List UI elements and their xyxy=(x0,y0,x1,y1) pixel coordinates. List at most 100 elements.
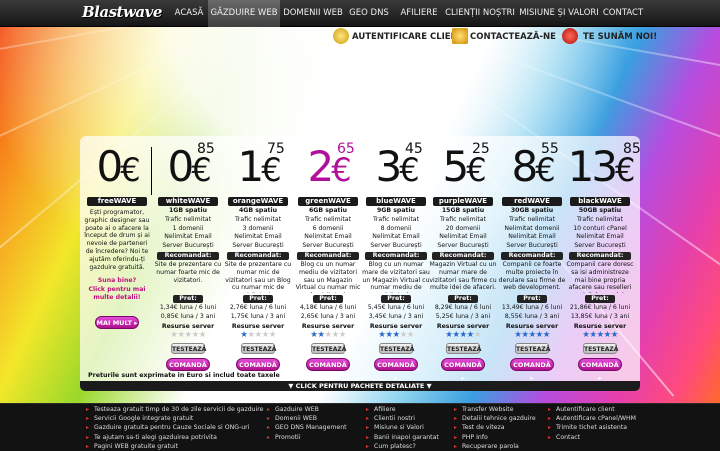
nav-acasa[interactable]: ACASĂ xyxy=(170,0,208,27)
recommended-label: Recomandat: xyxy=(569,251,631,260)
plan-server: Server București xyxy=(437,242,489,250)
test-button[interactable]: TESTEAZĂ xyxy=(241,342,276,354)
footer-link[interactable]: Domenii WEB xyxy=(267,414,347,423)
test-button[interactable]: TESTEAZĂ xyxy=(515,342,550,354)
plan-traffic: Trafic nelimitat xyxy=(372,215,420,223)
resource-rating: ★★★★★ xyxy=(223,330,293,340)
server-resources-label: Resurse server xyxy=(161,322,215,330)
price-label: Pret: xyxy=(585,294,615,303)
star-icon: ★ xyxy=(254,329,262,340)
footer-link[interactable]: GEO DNS Management xyxy=(267,423,347,432)
footer-link[interactable]: Promotii xyxy=(267,433,347,442)
plan-email: Nelimitat Email xyxy=(439,233,487,241)
nav-contact[interactable]: CONTACT xyxy=(602,0,644,27)
footer-link[interactable]: Banii inapoi garantat xyxy=(366,433,439,442)
recommended-label: Recomandat: xyxy=(297,251,359,260)
order-button[interactable]: COMANDĂ ▸ xyxy=(236,357,280,382)
test-button[interactable]: TESTEAZĂ xyxy=(311,342,346,354)
footer-link[interactable]: Testeaza gratuit timp de 30 de zile serv… xyxy=(86,405,264,414)
footer-link[interactable]: Test de viteza xyxy=(454,423,536,432)
call-me-link[interactable]: TE SUNĂM NOI! xyxy=(583,32,657,42)
footer-link[interactable]: Gazduire WEB xyxy=(267,405,347,414)
detailed-packages-link[interactable]: ▼ CLICK PENTRU PACHETE DETALIATE ▼ xyxy=(80,381,640,391)
order-button[interactable]: COMANDĂ ▸ xyxy=(166,357,210,382)
star-icon: ★ xyxy=(338,329,347,340)
client-login-link[interactable]: AUTENTIFICARE CLIENT xyxy=(352,32,464,42)
footer-link[interactable]: Contact xyxy=(548,433,636,442)
order-button[interactable]: COMANDĂ ▸ xyxy=(578,357,622,382)
plan-space: 9GB spatiu xyxy=(376,207,416,214)
footer-link[interactable]: PHP Info xyxy=(454,433,536,442)
star-icon: ★ xyxy=(542,329,551,340)
plan-domains: 8 domenii xyxy=(380,224,412,232)
footer-link[interactable]: Te ajutam sa-ti alegi gazduirea potrivit… xyxy=(86,433,264,442)
plan-price: 2€ 65 xyxy=(307,141,355,191)
plan-price: 3€ 45 xyxy=(375,141,423,191)
price-label: Pret: xyxy=(381,294,411,303)
plan-email: Nelimitat Email xyxy=(508,233,556,241)
footer-col-tech: Transfer WebsiteDetalii tehnice gazduire… xyxy=(454,405,536,451)
plan-orangewave: 1€ 75 orangeWAVE 4GB spatiu Trafic nelimitat… xyxy=(223,141,293,382)
order-button[interactable]: COMANDĂ ▸ xyxy=(441,357,485,382)
plan-price: 0€ 85 xyxy=(167,141,215,191)
footer-link[interactable]: Misiune si Valori xyxy=(366,423,439,432)
footer-link[interactable]: Servicii Google integrate gratuit xyxy=(86,414,264,423)
plan-traffic: Trafic nelimitat xyxy=(576,215,624,223)
price-6-months: 5,45€ luna / 6 luni xyxy=(367,303,425,311)
plan-name: redWAVE xyxy=(502,197,562,206)
order-button[interactable]: COMANDĂ ▸ xyxy=(306,357,350,382)
price-label: Pret: xyxy=(173,294,203,303)
price-6-months: 21,86€ luna / 6 luni xyxy=(569,303,631,311)
prices-note: Preturile sunt exprimate in Euro si incl… xyxy=(88,372,280,379)
star-icon: ★ xyxy=(268,329,277,340)
plan-recommendation: Blog cu un numar mare de vizitatori sau … xyxy=(362,260,430,293)
footer-link[interactable]: Transfer Website xyxy=(454,405,536,414)
nav-gazduire-web[interactable]: GĂZDUIRE WEB xyxy=(208,0,280,27)
price-6-months: 4,18€ luna / 6 luni xyxy=(299,303,357,311)
price-3-years: 2,65€ luna / 3 ani xyxy=(300,312,356,320)
nav-afiliere[interactable]: AFILIERE xyxy=(396,0,442,27)
star-icon: ★ xyxy=(324,329,332,340)
star-icon: ★ xyxy=(610,329,619,340)
recommended-label: Recomandat: xyxy=(157,251,219,260)
test-button[interactable]: TESTEAZĂ xyxy=(446,342,481,354)
test-button[interactable]: TESTEAZĂ xyxy=(379,342,414,354)
pen-icon xyxy=(452,28,468,44)
price-label: Pret: xyxy=(448,294,478,303)
footer-link[interactable]: Gazduire gratuita pentru Cauze Sociale s… xyxy=(86,423,264,432)
order-button[interactable]: COMANDĂ ▸ xyxy=(510,357,554,382)
plan-traffic: Trafic nelimitat xyxy=(164,215,212,223)
plan-description: Ești programator, graphic designer sau p… xyxy=(84,209,150,271)
price-3-years: 0,85€ luna / 3 ani xyxy=(160,312,216,320)
footer-link[interactable]: Afiliere xyxy=(366,405,439,414)
footer-link[interactable]: Autentificare client xyxy=(548,405,636,414)
plan-recommendation: Site de prezentare cu numar foarte mic d… xyxy=(154,260,222,284)
footer-link[interactable]: Autentificare cPanel/WHM xyxy=(548,414,636,423)
star-icon: ★ xyxy=(184,329,192,340)
order-button[interactable]: COMANDĂ ▸ xyxy=(374,357,418,382)
nav-clientii-nostri[interactable]: CLIENȚII NOȘTRI xyxy=(444,0,516,27)
nav-misiune-valori[interactable]: MISIUNE ȘI VALORI xyxy=(518,0,600,27)
nav-domenii-web[interactable]: DOMENII WEB xyxy=(282,0,344,27)
test-button[interactable]: TESTEAZĂ xyxy=(583,342,618,354)
resource-rating: ★★★★★ xyxy=(428,330,498,340)
plan-server: Server București xyxy=(232,242,284,250)
more-details-link[interactable]: Click pentru mai multe detalii! xyxy=(82,286,152,302)
plan-server: Server București xyxy=(370,242,422,250)
footer-link[interactable]: Detalii tehnice gazduire xyxy=(454,414,536,423)
footer-link[interactable]: Clientii nostri xyxy=(366,414,439,423)
price-6-months: 2,76€ luna / 6 luni xyxy=(229,303,287,311)
plan-email: Nelimitat Email xyxy=(304,233,352,241)
resource-rating: ★★★★★ xyxy=(565,330,635,340)
plan-recommendation: Companii care doresc sa isi administreze… xyxy=(566,260,634,293)
price-6-months: 8,29€ luna / 6 luni xyxy=(434,303,492,311)
nav-geo-dns[interactable]: GEO DNS xyxy=(344,0,394,27)
footer-link[interactable]: Trimite tichet asistenta xyxy=(548,423,636,432)
contact-us-link[interactable]: CONTACTEAZĂ-NE xyxy=(470,32,556,42)
plan-space: 1GB spatiu xyxy=(168,207,208,214)
sounds-good-text: Suna bine? xyxy=(97,277,137,285)
site-logo[interactable]: Blastwave xyxy=(82,3,162,23)
more-button[interactable]: MAI MULT ▸ xyxy=(95,315,139,329)
test-button[interactable]: TESTEAZĂ xyxy=(171,342,206,354)
star-icon: ★ xyxy=(392,329,400,340)
